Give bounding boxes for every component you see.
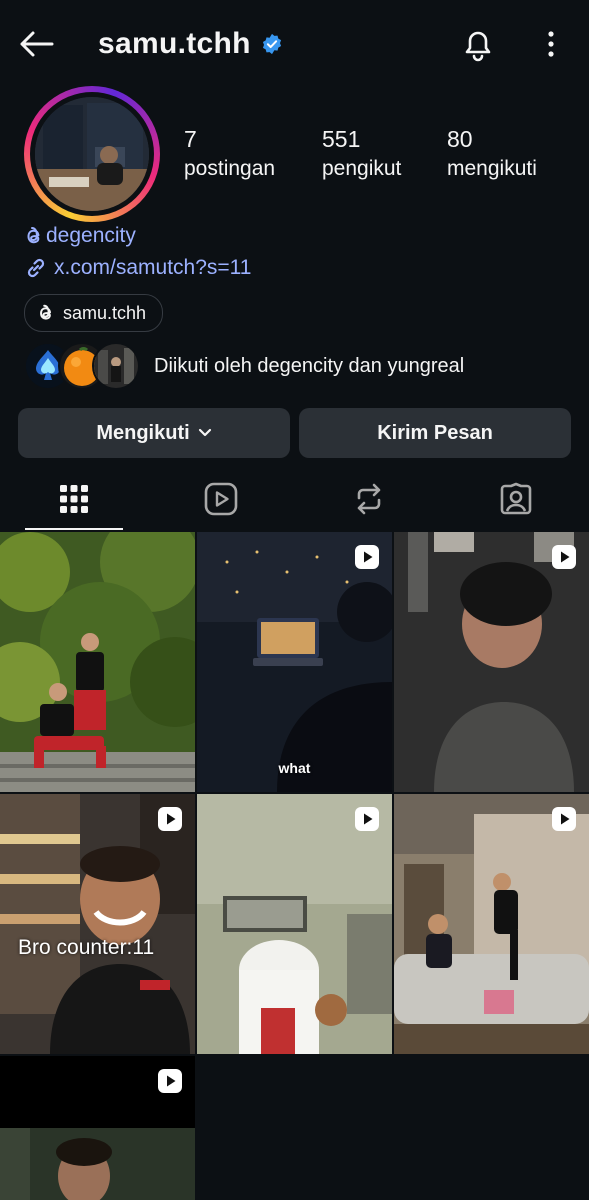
stat-following-count: 80 [447, 126, 473, 152]
profile-content-tabs [0, 470, 589, 532]
bio-threads-mention[interactable]: degencity [24, 222, 136, 250]
reel-icon [158, 1069, 182, 1093]
stat-followers[interactable]: 551 pengikut [322, 124, 401, 184]
profile-username-row: samu.tchh [98, 24, 283, 64]
profile-avatar[interactable] [24, 86, 160, 222]
reels-icon [204, 482, 238, 516]
reel-icon [552, 545, 576, 569]
external-link-text: x.com/samutch?s=11 [54, 256, 252, 279]
reel-icon [552, 807, 576, 831]
reel-icon [158, 807, 182, 831]
mutual-avatar-3 [92, 342, 140, 390]
profile-username: samu.tchh [98, 27, 251, 60]
post-caption-overlay: Bro counter:11 [18, 936, 155, 959]
threads-pill-label: samu.tchh [63, 302, 147, 323]
stat-posts-label: postingan [184, 157, 276, 180]
following-button[interactable]: Mengikuti [18, 408, 290, 458]
tagged-person-icon [500, 482, 532, 515]
more-vertical-icon [548, 31, 554, 57]
threads-handle: degencity [46, 224, 136, 247]
reel-thumbnail[interactable] [197, 794, 392, 1054]
mutual-followers[interactable]: Diikuti oleh degencity dan yungreal [24, 342, 464, 390]
tab-tagged[interactable] [467, 470, 565, 528]
send-message-button[interactable]: Kirim Pesan [299, 408, 571, 458]
tab-posts-grid[interactable] [25, 470, 123, 528]
stat-posts[interactable]: 7 postingan [184, 124, 275, 184]
repost-icon [357, 483, 381, 515]
profile-header: samu.tchh [0, 0, 589, 88]
notifications-button[interactable] [456, 22, 500, 66]
reel-thumbnail[interactable] [0, 1056, 195, 1200]
threads-icon [27, 227, 40, 244]
reel-thumbnail[interactable]: Bro counter:11 [0, 794, 195, 1054]
stat-followers-count: 551 [322, 126, 361, 152]
reel-icon [355, 545, 379, 569]
reel-icon [355, 807, 379, 831]
stat-followers-label: pengikut [322, 157, 402, 180]
chevron-down-icon [198, 428, 211, 437]
link-icon [27, 258, 45, 278]
send-message-label: Kirim Pesan [377, 421, 493, 444]
back-button[interactable] [16, 24, 56, 64]
bell-icon [465, 31, 491, 62]
verified-badge-icon [262, 33, 281, 55]
following-button-label: Mengikuti [96, 421, 190, 444]
more-options-button[interactable] [536, 22, 566, 66]
avatar-photo [35, 97, 149, 211]
threads-profile-button[interactable]: samu.tchh [24, 294, 164, 332]
followed-by-text: Diikuti oleh degencity dan yungreal [154, 354, 465, 377]
tab-reels[interactable] [172, 470, 270, 528]
threads-icon [40, 304, 52, 320]
stat-following[interactable]: 80 mengikuti [447, 124, 537, 184]
post-thumbnail[interactable] [0, 532, 195, 792]
active-tab-indicator [25, 528, 123, 530]
reel-thumbnail[interactable] [394, 532, 589, 792]
arrow-left-icon [20, 31, 54, 57]
reel-thumbnail[interactable] [394, 794, 589, 1054]
grid-icon [60, 485, 88, 513]
tab-reposts[interactable] [320, 470, 418, 528]
post-caption-overlay: what [278, 760, 311, 776]
reel-thumbnail[interactable]: what [197, 532, 392, 792]
stat-following-label: mengikuti [447, 157, 537, 180]
bio-external-link[interactable]: x.com/samutch?s=11 [24, 254, 251, 282]
stat-posts-count: 7 [184, 126, 197, 152]
